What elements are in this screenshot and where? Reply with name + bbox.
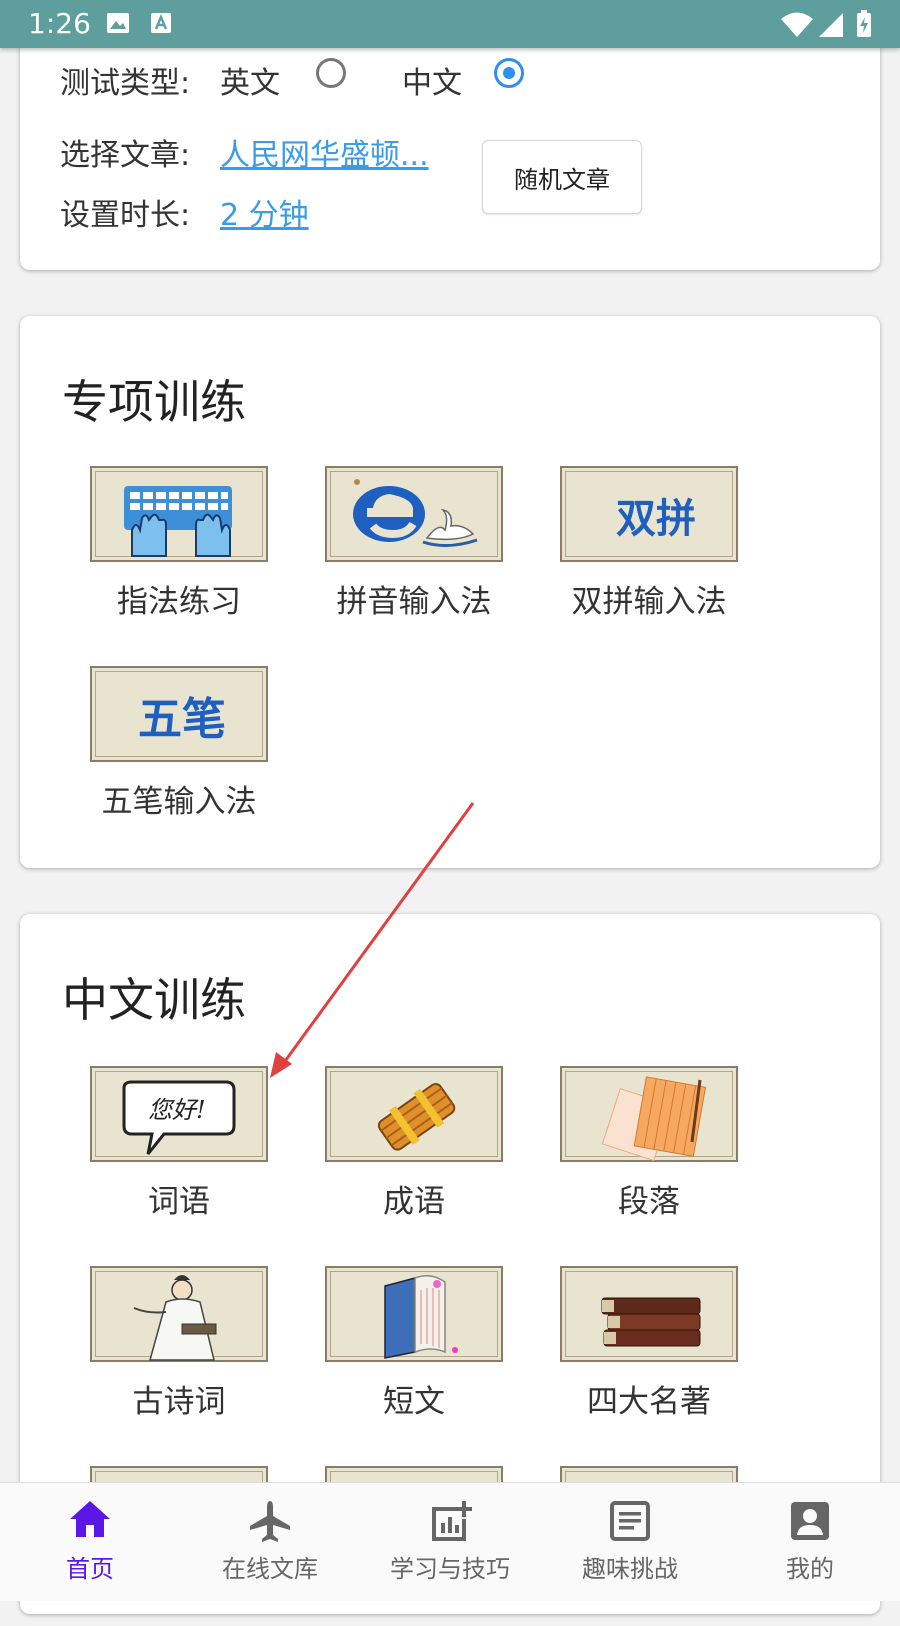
tile-label: 五笔输入法 (101, 784, 257, 820)
tile-fingering[interactable]: 指法练习 (70, 466, 270, 626)
radio-chinese[interactable] (494, 58, 524, 88)
section-title: 专项训练 (62, 375, 246, 429)
keyboard-hands-icon (90, 466, 268, 562)
tile-label: 段落 (618, 1184, 680, 1220)
tile-pinyin[interactable]: 拼音输入法 (305, 466, 505, 626)
bamboo-scroll-icon (325, 1066, 503, 1162)
scholar-icon (90, 1266, 268, 1362)
article-link[interactable]: 人民网华盛顿... (220, 130, 429, 174)
speech-bubble-icon: 您好! (90, 1066, 268, 1162)
svg-text:五笔: 五笔 (138, 694, 226, 745)
stacked-books-icon (560, 1266, 738, 1362)
home-icon (70, 1501, 110, 1537)
duration-link[interactable]: 2 分钟 (220, 190, 309, 234)
battery-charging-icon (856, 10, 872, 42)
open-book-icon (325, 1266, 503, 1362)
pinyin-e-swan-icon (325, 466, 503, 562)
nav-mine[interactable]: 我的 (720, 1483, 900, 1601)
bottom-navigation: 首页 在线文库 学习与技巧 趣味挑战 我的 (0, 1482, 900, 1601)
section-title: 中文训练 (62, 973, 246, 1027)
radio-english[interactable] (316, 58, 346, 88)
nav-study-tips[interactable]: 学习与技巧 (360, 1483, 540, 1601)
option-chinese-label[interactable]: 中文 (402, 58, 462, 102)
tile-label: 拼音输入法 (336, 584, 492, 620)
random-article-button[interactable]: 随机文章 (482, 140, 642, 214)
svg-text:双拼: 双拼 (616, 496, 696, 542)
special-training-card: 专项训练 指法练习 拼音输入法 双拼 双拼输入法 五笔 五笔输入法 (20, 316, 880, 868)
tile-label: 短文 (383, 1384, 445, 1420)
article-label: 选择文章: (60, 138, 191, 173)
nav-label: 我的 (786, 1555, 834, 1583)
document-icon (610, 1501, 650, 1541)
nav-label: 学习与技巧 (390, 1555, 510, 1583)
nav-label: 在线文库 (222, 1555, 318, 1583)
tile-poetry[interactable]: 古诗词 (70, 1266, 270, 1426)
tile-label: 双拼输入法 (571, 584, 727, 620)
status-time: 1:26 (28, 7, 91, 40)
tile-four-classics[interactable]: 四大名著 (540, 1266, 740, 1426)
tile-label: 词语 (148, 1184, 210, 1220)
airplane-icon (250, 1501, 290, 1542)
nav-label: 趣味挑战 (582, 1555, 678, 1583)
tile-short-essay[interactable]: 短文 (305, 1266, 505, 1426)
wifi-icon (780, 12, 814, 42)
duration-label: 设置时长: (60, 198, 191, 233)
tile-label: 指法练习 (117, 584, 241, 620)
nav-home[interactable]: 首页 (0, 1483, 180, 1601)
text-notification-icon (150, 12, 172, 38)
tile-label: 古诗词 (132, 1384, 226, 1420)
nav-fun-challenge[interactable]: 趣味挑战 (540, 1483, 720, 1601)
tile-words[interactable]: 您好! 词语 (70, 1066, 270, 1226)
chart-plus-icon (432, 1501, 472, 1541)
nav-online-library[interactable]: 在线文库 (180, 1483, 360, 1601)
option-english-label[interactable]: 英文 (220, 58, 280, 102)
status-bar: 1:26 (0, 0, 900, 48)
paper-sheets-icon (560, 1066, 738, 1162)
profile-icon (791, 1502, 829, 1540)
signal-icon (818, 12, 844, 42)
tile-label: 成语 (383, 1184, 445, 1220)
tile-paragraph[interactable]: 段落 (540, 1066, 740, 1226)
tile-label: 四大名著 (587, 1384, 711, 1420)
shuangpin-icon: 双拼 (560, 466, 738, 562)
test-type-label: 测试类型: (60, 66, 191, 101)
tile-wubi[interactable]: 五笔 五笔输入法 (70, 666, 270, 826)
wubi-icon: 五笔 (90, 666, 268, 762)
svg-text:您好!: 您好! (148, 1096, 206, 1124)
nav-label: 首页 (66, 1555, 114, 1583)
image-notification-icon (106, 12, 130, 38)
tile-shuangpin[interactable]: 双拼 双拼输入法 (540, 466, 740, 626)
tile-idioms[interactable]: 成语 (305, 1066, 505, 1226)
